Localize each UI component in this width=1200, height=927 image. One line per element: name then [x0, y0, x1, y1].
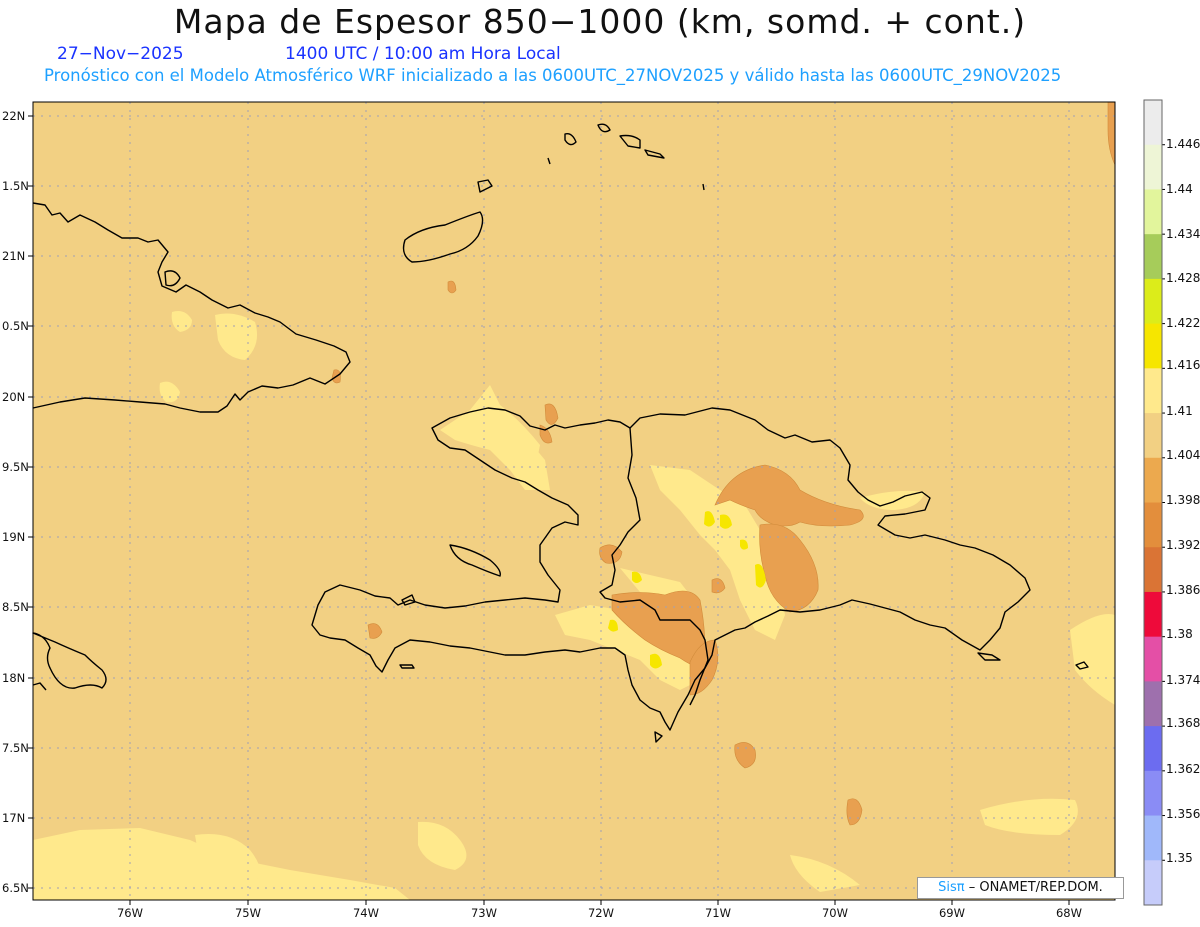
- colorbar-label: 1.38: [1166, 627, 1193, 641]
- colorbar-label: 1.362: [1166, 762, 1200, 776]
- colorbar-label: 1.398: [1166, 493, 1200, 507]
- colorbar-swatch: [1144, 413, 1162, 459]
- colorbar-swatch: [1144, 100, 1162, 146]
- colorbar-swatch: [1144, 278, 1162, 325]
- lon-label: 68W: [1056, 906, 1082, 920]
- colorbar-swatch: [1144, 726, 1162, 772]
- colorbar-label: 1.35: [1166, 851, 1193, 865]
- colorbar-swatch: [1144, 591, 1162, 638]
- lat-label: 6.5N: [2, 881, 29, 895]
- colorbar: [1143, 99, 1165, 906]
- colorbar-label: 1.44: [1166, 182, 1193, 196]
- latitude-axis: 22N 1.5N 21N 0.5N 20N 9.5N 19N 8.5N 18N …: [2, 109, 33, 895]
- lat-label: 7.5N: [2, 741, 29, 755]
- colorbar-label: 1.434: [1166, 227, 1200, 241]
- colorbar-swatch: [1144, 457, 1162, 503]
- colorbar-label: 1.416: [1166, 358, 1200, 372]
- longitude-axis: 76W 75W 74W 73W 72W 71W 70W 69W 68W: [117, 900, 1082, 920]
- credit-box: Sisπ – ONAMET/REP.DOM.: [917, 877, 1124, 899]
- lon-label: 72W: [588, 906, 614, 920]
- colorbar-swatch: [1144, 636, 1162, 682]
- colorbar-label: 1.422: [1166, 316, 1200, 330]
- lat-label: 21N: [2, 249, 25, 263]
- lon-label: 74W: [353, 906, 379, 920]
- lat-label: 17N: [2, 811, 25, 825]
- colorbar-label: 1.392: [1166, 538, 1200, 552]
- lon-label: 69W: [939, 906, 965, 920]
- colorbar-label: 1.41: [1166, 404, 1193, 418]
- colorbar-swatch: [1144, 860, 1162, 906]
- colorbar-label: 1.428: [1166, 271, 1200, 285]
- colorbar-swatch: [1144, 770, 1162, 817]
- lat-label: 0.5N: [2, 319, 29, 333]
- lat-label: 19N: [2, 530, 25, 544]
- colorbar-swatch: [1144, 368, 1162, 414]
- credit-brand: Sisπ: [938, 880, 965, 895]
- lon-label: 73W: [471, 906, 497, 920]
- lon-label: 71W: [705, 906, 731, 920]
- colorbar-label: 1.446: [1166, 137, 1200, 151]
- colorbar-label: 1.404: [1166, 448, 1200, 462]
- lat-label: 1.5N: [2, 179, 29, 193]
- colorbar-swatch: [1144, 815, 1162, 861]
- lon-label: 70W: [822, 906, 848, 920]
- colorbar-label: 1.374: [1166, 673, 1200, 687]
- lat-label: 8.5N: [2, 600, 29, 614]
- credit-text: – ONAMET/REP.DOM.: [968, 880, 1103, 895]
- colorbar-swatch: [1144, 547, 1162, 593]
- colorbar-label: 1.368: [1166, 716, 1200, 730]
- colorbar-swatch: [1144, 144, 1162, 190]
- lat-label: 18N: [2, 671, 25, 685]
- lon-label: 76W: [117, 906, 143, 920]
- colorbar-swatch: [1144, 189, 1162, 235]
- lon-label: 75W: [235, 906, 261, 920]
- colorbar-label: 1.356: [1166, 807, 1200, 821]
- colorbar-label: 1.386: [1166, 583, 1200, 597]
- map-plot-area: [33, 102, 1115, 900]
- colorbar-swatch: [1144, 502, 1162, 548]
- lat-label: 20N: [2, 390, 25, 404]
- lat-label: 9.5N: [2, 460, 29, 474]
- colorbar-swatch: [1144, 323, 1162, 369]
- colorbar-swatch: [1144, 681, 1162, 727]
- lat-label: 22N: [2, 109, 25, 123]
- colorbar-swatch: [1144, 234, 1162, 280]
- colorbar-labels: 1.446 1.44 1.434 1.428 1.422 1.416 1.41 …: [1166, 137, 1200, 865]
- thickness-map: 22N 1.5N 21N 0.5N 20N 9.5N 19N 8.5N 18N …: [2, 99, 1200, 920]
